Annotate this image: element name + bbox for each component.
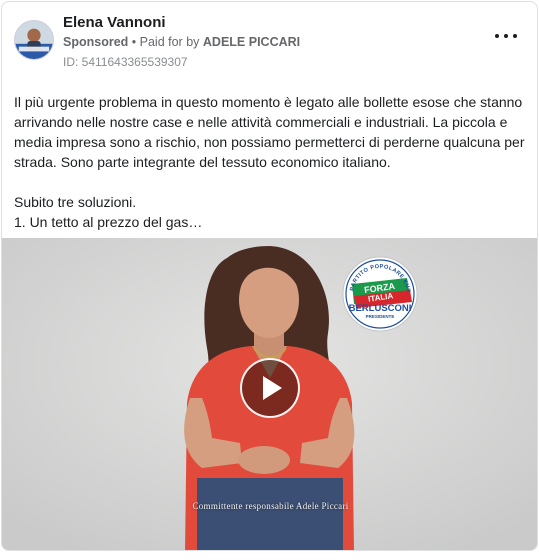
play-triangle [263, 376, 282, 400]
payer-name[interactable]: ADELE PICCARI [203, 35, 300, 49]
paid-for-prefix: Paid for by [139, 35, 200, 49]
logo-subtitle: PRESIDENTE [366, 314, 395, 319]
logo-name: BERLUSCONI [349, 303, 412, 314]
post-text: Il più urgente problema in questo moment… [14, 92, 528, 232]
post-text-line: arrivando nelle nostre case e nelle atti… [14, 114, 508, 130]
party-logo: PARTITO POPOLARE EUROPEO FORZA ITALIA BE… [343, 258, 412, 319]
video-caption: Committente responsabile Adele Piccari [192, 501, 349, 511]
post-text-line: strada. Sono parte integrante del tessut… [14, 154, 391, 170]
ad-card: Elena Vannoni Sponsored • Paid for by AD… [1, 1, 538, 551]
more-dot [504, 34, 508, 38]
author-name[interactable]: Elena Vannoni [63, 14, 166, 31]
more-options-icon[interactable] [495, 30, 517, 42]
post-text-line: media impresa sono a rischio, non possia… [14, 134, 525, 150]
play-icon[interactable] [240, 358, 300, 418]
post-header: Elena Vannoni Sponsored • Paid for by AD… [2, 2, 537, 82]
post-text-line: 1. Un tetto al prezzo del gas… [14, 214, 203, 230]
sponsored-line: Sponsored • Paid for by ADELE PICCARI [63, 35, 300, 49]
ad-id: ID: 5411643365539307 [63, 55, 188, 69]
sponsored-label: Sponsored [63, 35, 129, 49]
post-text-line: Subito tre soluzioni. [14, 194, 137, 210]
avatar-image [15, 21, 53, 59]
separator-dot: • [131, 35, 140, 49]
video-player[interactable]: PARTITO POPOLARE EUROPEO FORZA ITALIA BE… [2, 238, 537, 550]
post-text-line: Il più urgente problema in questo moment… [14, 94, 523, 110]
more-dot [513, 34, 517, 38]
more-dot [495, 34, 499, 38]
avatar[interactable] [14, 20, 54, 60]
